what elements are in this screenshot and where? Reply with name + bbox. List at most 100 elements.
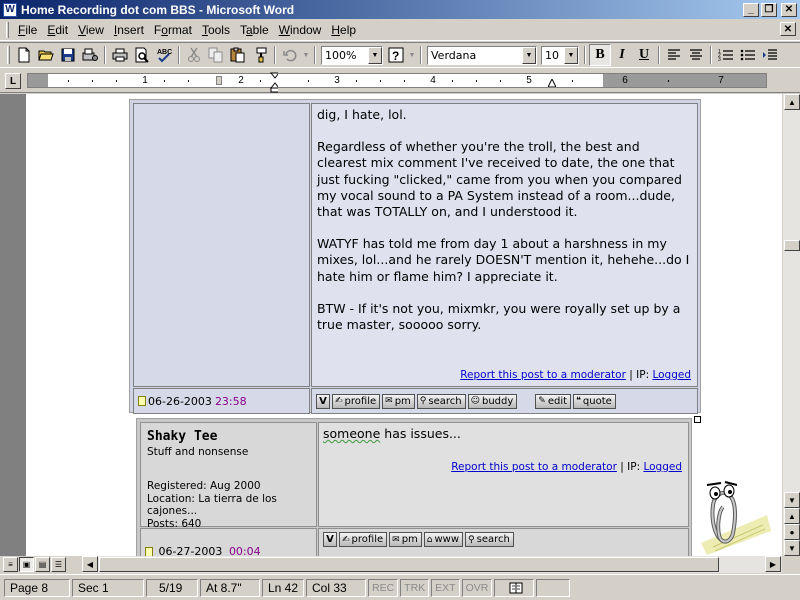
menu-format[interactable]: Format bbox=[149, 21, 197, 39]
print-layout-view-button[interactable]: ▤ bbox=[35, 557, 50, 572]
grammar-flagged-word[interactable]: someone bbox=[323, 426, 380, 441]
search-button[interactable]: ⚲ search bbox=[465, 532, 514, 547]
status-trk[interactable]: TRK bbox=[400, 578, 430, 597]
chevron-down-icon[interactable]: ▼ bbox=[564, 46, 578, 64]
outline-view-button[interactable]: ☰ bbox=[51, 557, 66, 572]
report-post-link[interactable]: Report this post to a moderator bbox=[451, 461, 617, 473]
horizontal-scrollbar[interactable]: ◀ ▶ bbox=[82, 556, 782, 573]
menu-edit[interactable]: Edit bbox=[42, 21, 73, 39]
report-post-link[interactable]: Report this post to a moderator bbox=[460, 369, 626, 381]
tab-selector[interactable]: L bbox=[5, 73, 21, 89]
save-button[interactable] bbox=[57, 44, 79, 66]
table-resize-handle[interactable] bbox=[694, 416, 701, 423]
numbering-button[interactable]: 123 bbox=[715, 44, 737, 66]
underline-button[interactable]: U bbox=[633, 44, 655, 66]
document-area[interactable]: dig, I hate, lol. Regardless of whether … bbox=[0, 94, 782, 556]
format-painter-button[interactable] bbox=[249, 44, 271, 66]
toolbar-options-arrow[interactable]: ▼ bbox=[407, 44, 417, 66]
vbulletin-button[interactable]: V bbox=[323, 532, 337, 547]
menu-grip[interactable] bbox=[6, 21, 9, 38]
pm-button[interactable]: ✉ pm bbox=[389, 532, 422, 547]
menu-view[interactable]: View bbox=[73, 21, 109, 39]
bullets-button[interactable] bbox=[737, 44, 759, 66]
open-button[interactable] bbox=[35, 44, 57, 66]
status-position[interactable]: At 8.7" bbox=[200, 578, 260, 597]
help-button[interactable]: ? bbox=[385, 44, 407, 66]
align-left-button[interactable] bbox=[663, 44, 685, 66]
menu-file[interactable]: File bbox=[13, 21, 42, 39]
status-ext[interactable]: EXT bbox=[431, 578, 460, 597]
select-browse-object-button[interactable]: ● bbox=[784, 524, 800, 540]
vertical-scrollbar[interactable]: ▲ ▼ ▲ ● ▼ bbox=[782, 94, 800, 556]
spelling-status[interactable] bbox=[494, 578, 535, 597]
new-document-button[interactable] bbox=[13, 44, 35, 66]
scroll-left-button[interactable]: ◀ bbox=[82, 556, 98, 572]
print-preview-button[interactable] bbox=[131, 44, 153, 66]
toolbar-grip[interactable] bbox=[7, 46, 10, 64]
cut-button[interactable] bbox=[183, 44, 205, 66]
status-line[interactable]: Ln 42 bbox=[262, 578, 304, 597]
scroll-up-button[interactable]: ▲ bbox=[784, 94, 800, 110]
status-column[interactable]: Col 33 bbox=[306, 578, 366, 597]
menu-table[interactable]: Table bbox=[235, 21, 274, 39]
chevron-down-icon[interactable]: ▼ bbox=[522, 46, 536, 64]
close-button[interactable]: ✕ bbox=[781, 2, 797, 17]
buddy-button[interactable]: ☺ buddy bbox=[467, 393, 518, 409]
font-size-combo[interactable]: 10 ▼ bbox=[541, 45, 579, 65]
normal-view-button[interactable]: ≡ bbox=[3, 557, 18, 572]
status-ovr[interactable]: OVR bbox=[461, 578, 493, 597]
title-bar[interactable]: W Home Recording dot com BBS - Microsoft… bbox=[0, 0, 800, 19]
italic-button[interactable]: I bbox=[611, 44, 633, 66]
status-rec[interactable]: REC bbox=[368, 578, 399, 597]
menu-insert[interactable]: Insert bbox=[109, 21, 149, 39]
ip-logged-link[interactable]: Logged bbox=[652, 369, 691, 381]
copy-button[interactable] bbox=[205, 44, 227, 66]
align-center-button[interactable] bbox=[685, 44, 707, 66]
scroll-down-button[interactable]: ▼ bbox=[784, 492, 800, 508]
menu-window[interactable]: Window bbox=[274, 21, 327, 39]
post-message-cell[interactable]: dig, I hate, lol. Regardless of whether … bbox=[311, 103, 698, 387]
undo-button[interactable] bbox=[279, 44, 301, 66]
table-column-marker[interactable] bbox=[216, 76, 222, 85]
post-username[interactable]: Shaky Tee bbox=[147, 429, 310, 444]
scroll-right-button[interactable]: ▶ bbox=[765, 556, 781, 572]
status-section[interactable]: Sec 1 bbox=[72, 578, 144, 597]
office-assistant-clippy-icon[interactable] bbox=[693, 471, 775, 557]
menu-help[interactable]: Help bbox=[326, 21, 361, 39]
paste-button[interactable] bbox=[227, 44, 249, 66]
status-page[interactable]: Page 8 bbox=[4, 578, 70, 597]
web-layout-view-button[interactable]: ▣ bbox=[19, 557, 34, 572]
edit-button[interactable]: ✎ edit bbox=[535, 393, 572, 409]
font-combo[interactable]: Verdana ▼ bbox=[427, 45, 537, 65]
search-button[interactable]: ⚲ search bbox=[416, 393, 466, 409]
vertical-scroll-thumb[interactable] bbox=[784, 240, 800, 251]
permission-button[interactable] bbox=[79, 44, 101, 66]
ip-logged-link[interactable]: Logged bbox=[643, 461, 682, 473]
profile-button[interactable]: ✍ profile bbox=[339, 532, 388, 547]
quote-button[interactable]: ❝ quote bbox=[573, 393, 616, 409]
status-page-count[interactable]: 5/19 bbox=[146, 578, 198, 597]
print-button[interactable] bbox=[109, 44, 131, 66]
bold-button[interactable]: B bbox=[589, 44, 611, 66]
horizontal-scroll-thumb[interactable] bbox=[99, 557, 719, 572]
profile-button[interactable]: ✍ profile bbox=[332, 393, 381, 409]
pm-button[interactable]: ✉ pm bbox=[382, 393, 415, 409]
vbulletin-button[interactable]: V bbox=[316, 393, 330, 409]
www-button[interactable]: ⌂ www bbox=[423, 532, 464, 547]
chevron-down-icon[interactable]: ▼ bbox=[368, 46, 382, 64]
word-app-icon[interactable]: W bbox=[3, 2, 17, 17]
minimize-button[interactable]: _ bbox=[743, 2, 759, 17]
document-close-button[interactable]: ✕ bbox=[780, 22, 796, 36]
previous-page-button[interactable]: ▲ bbox=[784, 508, 800, 524]
menu-tools[interactable]: Tools bbox=[197, 21, 235, 39]
horizontal-ruler[interactable]: 1 2 3 4 5 6 7 bbox=[27, 73, 767, 88]
zoom-combo[interactable]: 100% ▼ bbox=[321, 45, 383, 65]
next-page-button[interactable]: ▼ bbox=[784, 540, 800, 556]
decrease-indent-button[interactable] bbox=[759, 44, 781, 66]
spelling-grammar-button[interactable]: ABC bbox=[153, 44, 175, 66]
undo-dropdown-arrow[interactable]: ▼ bbox=[301, 44, 311, 66]
document-page[interactable]: dig, I hate, lol. Regardless of whether … bbox=[26, 94, 782, 556]
restore-button[interactable]: ❐ bbox=[761, 2, 777, 17]
first-line-indent-marker[interactable] bbox=[270, 69, 278, 93]
post-message-cell[interactable]: someone has issues... Report this post t… bbox=[318, 422, 689, 527]
